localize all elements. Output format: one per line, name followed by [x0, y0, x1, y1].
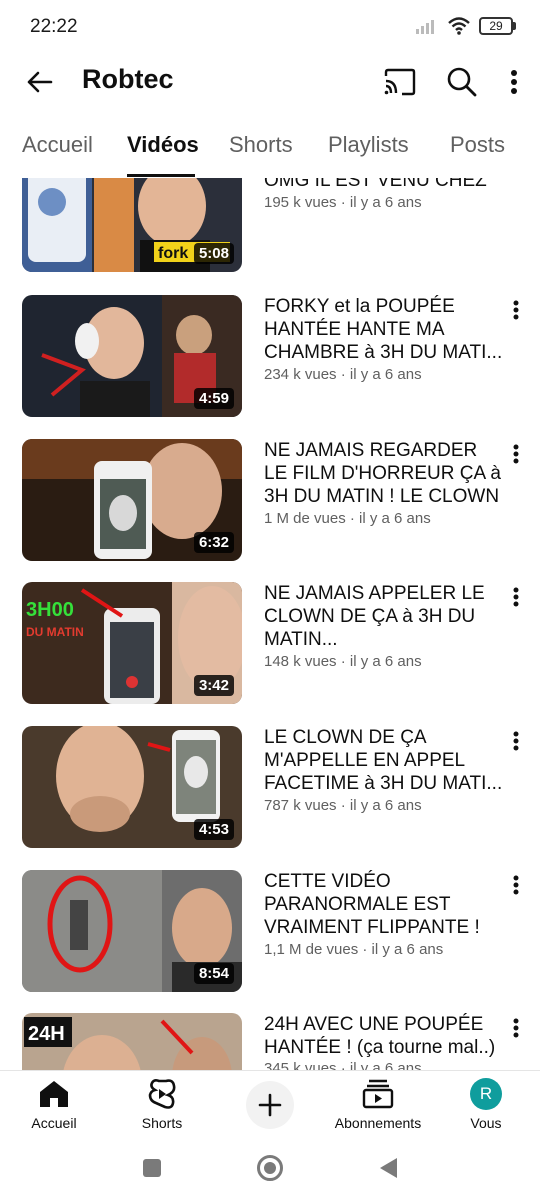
video-thumbnail[interactable]: fork 5:08: [22, 178, 242, 272]
more-vert-icon: [513, 1018, 519, 1038]
thumbnail-text: 24H: [28, 1023, 65, 1045]
video-meta: 345 k vues · il y a 6 ans: [264, 1060, 422, 1070]
more-options-button[interactable]: [504, 62, 524, 102]
tab-posts[interactable]: Posts: [450, 132, 505, 158]
video-meta: 195 k vues · il y a 6 ans: [264, 194, 422, 211]
video-more-button[interactable]: [506, 870, 526, 900]
nav-you[interactable]: R Vous: [432, 1077, 540, 1131]
status-icons: 29: [415, 16, 516, 36]
circle-icon: [257, 1155, 283, 1181]
nav-label: Accueil: [31, 1115, 77, 1131]
video-thumbnail[interactable]: 24H: [22, 1013, 242, 1070]
status-bar: 22:22 29: [0, 0, 540, 54]
nav-label: Shorts: [141, 1115, 183, 1131]
thumbnail-text: 3H00: [26, 599, 74, 621]
video-title: LE CLOWN DE ÇA M'APPELLE EN APPEL FACETI…: [264, 727, 503, 794]
video-title: NE JAMAIS APPELER LE CLOWN DE ÇA à 3H DU…: [264, 583, 485, 650]
video-title: CETTE VIDÉO PARANORMALE EST VRAIMENT FLI…: [264, 871, 480, 938]
video-thumbnail[interactable]: 6:32: [22, 439, 242, 561]
tab-videos[interactable]: Vidéos: [127, 132, 199, 158]
arrow-left-icon: [27, 71, 53, 93]
channel-tabs: Accueil Vidéos Shorts Playlists Posts: [0, 120, 540, 178]
video-item[interactable]: fork 5:08 FORKY EN FACETIME ! OMG IL EST…: [0, 178, 540, 274]
video-more-button[interactable]: [506, 582, 526, 612]
more-vert-icon: [513, 875, 519, 895]
bottom-navigation: Accueil Shorts Abonnements R Vous: [0, 1070, 540, 1136]
thumbnail-text: fork: [158, 245, 188, 262]
nav-label: Vous: [470, 1115, 502, 1131]
video-item[interactable]: 4:59 FORKY et la POUPÉE HANTÉE HANTE MA …: [0, 295, 540, 419]
video-title: FORKY et la POUPÉE HANTÉE HANTE MA CHAMB…: [264, 296, 503, 363]
video-duration: 8:54: [193, 963, 234, 984]
video-meta: 787 k vues · il y a 6 ans: [264, 797, 422, 814]
video-list: fork 5:08 FORKY EN FACETIME ! OMG IL EST…: [0, 178, 540, 1070]
video-thumbnail[interactable]: 4:53: [22, 726, 242, 848]
create-button[interactable]: [246, 1081, 294, 1129]
video-duration: 3:42: [193, 675, 234, 696]
battery-icon: 29: [479, 17, 516, 35]
cast-icon: [384, 68, 416, 96]
recents-button[interactable]: [138, 1154, 166, 1182]
video-meta: 148 k vues · il y a 6 ans: [264, 653, 422, 670]
nav-home[interactable]: Accueil: [0, 1077, 108, 1131]
tab-shorts[interactable]: Shorts: [229, 132, 293, 158]
more-vert-icon: [511, 70, 517, 94]
shorts-icon: [148, 1079, 176, 1109]
video-thumbnail[interactable]: 3H00 DU MATIN 3:42: [22, 582, 242, 704]
video-item[interactable]: 8:54 CETTE VIDÉO PARANORMALE EST VRAIMEN…: [0, 870, 540, 994]
plus-icon: [258, 1093, 282, 1117]
video-duration: 4:53: [193, 819, 234, 840]
channel-title: Robtec: [82, 64, 174, 94]
more-vert-icon: [513, 731, 519, 751]
video-item[interactable]: 24H 24H AVEC UNE POUPÉE HANTÉE ! (ça tou…: [0, 1013, 540, 1070]
video-duration: 4:59: [193, 388, 234, 409]
triangle-back-icon: [380, 1158, 397, 1178]
video-more-button[interactable]: [506, 439, 526, 469]
status-time: 22:22: [30, 16, 78, 37]
system-navigation-bar: [0, 1136, 540, 1200]
system-back-button[interactable]: [374, 1154, 402, 1182]
video-thumbnail[interactable]: 4:59: [22, 295, 242, 417]
video-duration: 6:32: [193, 532, 234, 553]
video-meta: 1 M de vues · il y a 6 ans: [264, 510, 431, 527]
video-more-button[interactable]: [506, 295, 526, 325]
square-icon: [143, 1159, 161, 1177]
more-vert-icon: [513, 587, 519, 607]
avatar: R: [470, 1078, 502, 1110]
subscriptions-icon: [362, 1079, 394, 1109]
video-thumbnail[interactable]: 8:54: [22, 870, 242, 992]
nav-shorts[interactable]: Shorts: [108, 1077, 216, 1131]
tab-accueil[interactable]: Accueil: [22, 132, 93, 158]
video-meta: 234 k vues · il y a 6 ans: [264, 366, 422, 383]
cast-button[interactable]: [380, 62, 420, 102]
active-tab-indicator: [127, 174, 195, 177]
video-item[interactable]: 4:53 LE CLOWN DE ÇA M'APPELLE EN APPEL F…: [0, 726, 540, 850]
search-button[interactable]: [442, 62, 482, 102]
video-item[interactable]: 6:32 NE JAMAIS REGARDER LE FILM D'HORREU…: [0, 439, 540, 563]
app-actions: [380, 62, 524, 102]
video-meta: 1,1 M de vues · il y a 6 ans: [264, 941, 444, 958]
video-item[interactable]: 3H00 DU MATIN 3:42 NE JAMAIS APPELER LE …: [0, 582, 540, 706]
video-duration: 5:08: [193, 243, 234, 264]
more-vert-icon: [513, 300, 519, 320]
more-vert-icon: [513, 444, 519, 464]
app-bar: Robtec: [0, 54, 540, 110]
video-title: 24H AVEC UNE POUPÉE HANTÉE ! (ça tourne …: [264, 1014, 496, 1058]
nav-label: Abonnements: [334, 1115, 422, 1131]
video-title: FORKY EN FACETIME ! OMG IL EST VENU CHEZ…: [264, 178, 487, 191]
home-icon: [40, 1081, 68, 1107]
tab-playlists[interactable]: Playlists: [328, 132, 409, 158]
video-more-button[interactable]: [506, 726, 526, 756]
thumbnail-text: DU MATIN: [26, 625, 84, 639]
video-title: NE JAMAIS REGARDER LE FILM D'HORREUR ÇA …: [264, 440, 501, 507]
nav-subscriptions[interactable]: Abonnements: [324, 1077, 432, 1131]
back-button[interactable]: [22, 66, 56, 98]
wifi-icon: [448, 17, 470, 35]
search-icon: [447, 67, 477, 97]
battery-level: 29: [479, 17, 513, 35]
video-more-button[interactable]: [506, 1013, 526, 1043]
signal-icon: [416, 20, 434, 34]
system-home-button[interactable]: [256, 1154, 284, 1182]
